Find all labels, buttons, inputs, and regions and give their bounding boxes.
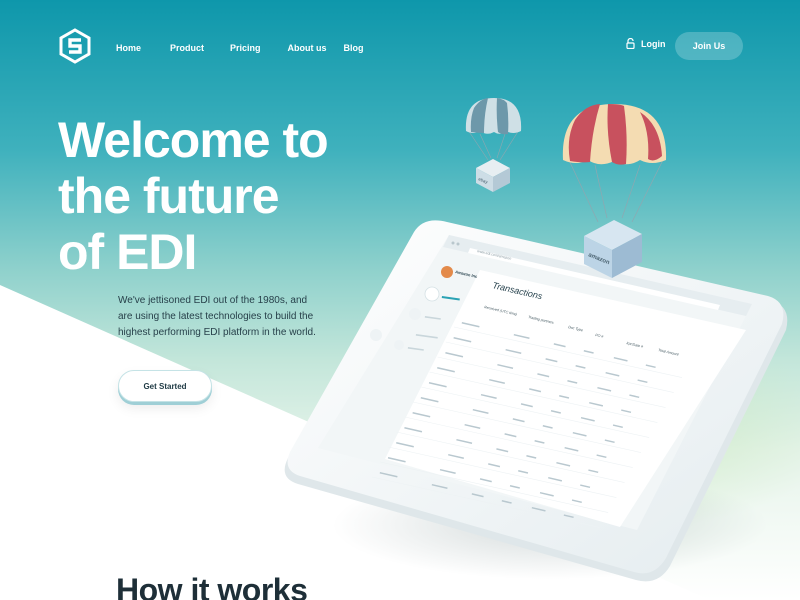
window-dot-icon xyxy=(451,241,455,245)
sidebar-icon-dashboard[interactable] xyxy=(424,286,440,302)
sidebar-icon-partners[interactable] xyxy=(370,329,382,341)
tablet xyxy=(284,220,788,582)
sidebar-icon-settings[interactable] xyxy=(394,340,404,350)
company-avatar xyxy=(441,266,453,278)
hero-illustration: amazon ebay www.edi.com/amazon Amazon In… xyxy=(284,98,788,582)
how-it-works-title: How it works xyxy=(116,572,308,600)
ebay-parachute: ebay xyxy=(465,98,522,192)
sidebar-icon-docs[interactable] xyxy=(409,308,421,320)
amazon-parachute: amazon xyxy=(562,104,667,278)
